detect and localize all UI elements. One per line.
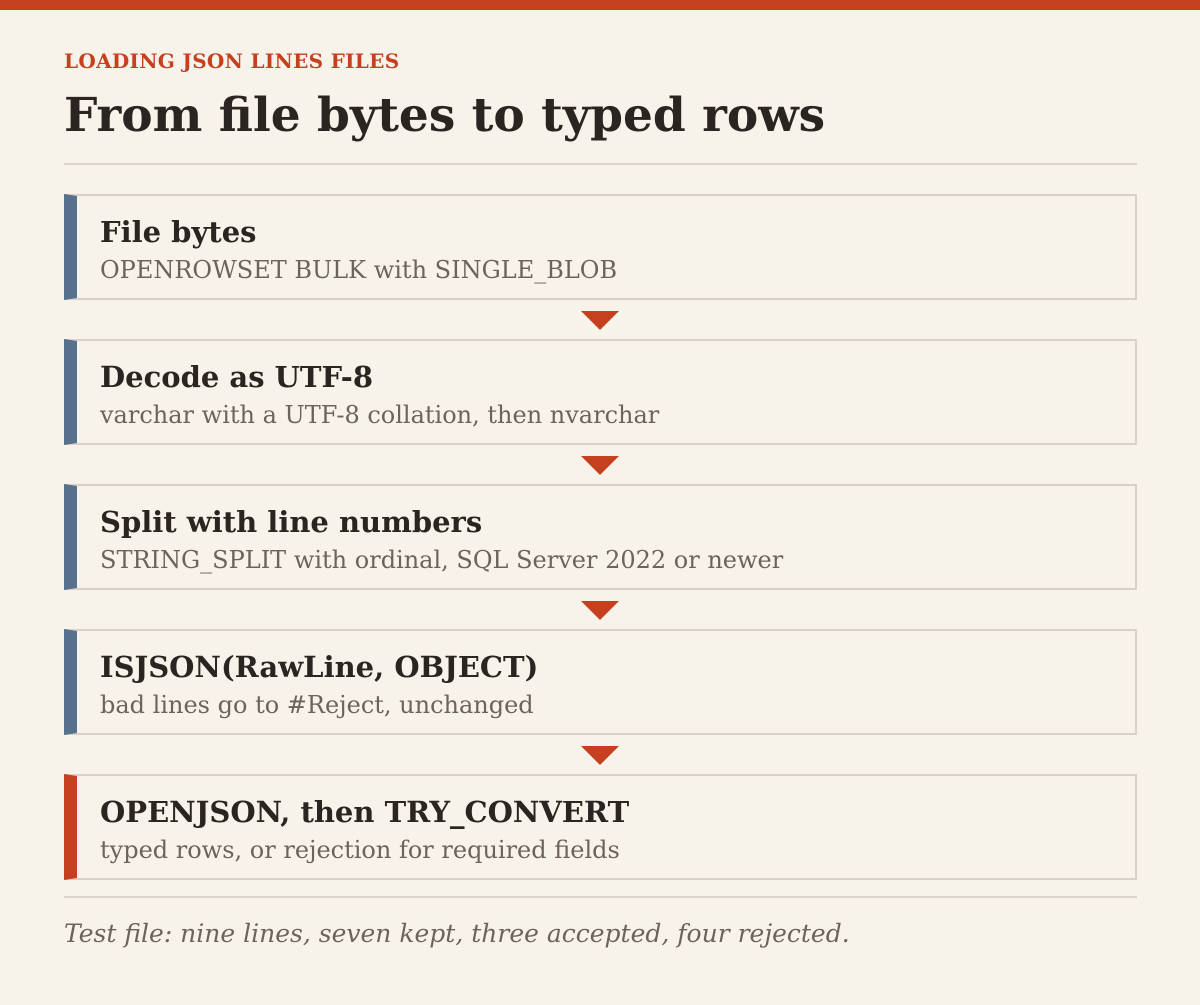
step-decode-utf8: Decode as UTF-8 varchar with a UTF-8 col…: [64, 339, 1137, 445]
bottom-divider: [64, 896, 1137, 898]
step-description: bad lines go to #Reject, unchanged: [100, 691, 534, 719]
flow-arrow-down-icon: [581, 311, 619, 330]
step-title: Split with line numbers: [100, 505, 483, 539]
step-title: ISJSON(RawLine, OBJECT): [100, 650, 539, 684]
flow-arrow-down-icon: [581, 601, 619, 620]
step-isjson-check: ISJSON(RawLine, OBJECT) bad lines go to …: [64, 629, 1137, 735]
step-split-lines: Split with line numbers STRING_SPLIT wit…: [64, 484, 1137, 590]
step-title: File bytes: [100, 215, 257, 249]
step-description: varchar with a UTF-8 collation, then nva…: [100, 401, 660, 429]
top-divider: [64, 163, 1137, 165]
top-accent-bar: [0, 0, 1200, 10]
step-title: Decode as UTF-8: [100, 360, 374, 394]
flow-arrow-down-icon: [581, 456, 619, 475]
step-file-bytes: File bytes OPENROWSET BULK with SINGLE_B…: [64, 194, 1137, 300]
step-openjson-convert: OPENJSON, then TRY_CONVERT typed rows, o…: [64, 774, 1137, 880]
eyebrow-label: LOADING JSON LINES FILES: [64, 49, 400, 73]
step-description: OPENROWSET BULK with SINGLE_BLOB: [100, 256, 618, 284]
step-description: typed rows, or rejection for required fi…: [100, 836, 620, 864]
page-title: From file bytes to typed rows: [64, 88, 826, 143]
step-description: STRING_SPLIT with ordinal, SQL Server 20…: [100, 546, 784, 574]
footnote: Test file: nine lines, seven kept, three…: [64, 919, 850, 948]
step-title: OPENJSON, then TRY_CONVERT: [100, 795, 630, 829]
flow-arrow-down-icon: [581, 746, 619, 765]
